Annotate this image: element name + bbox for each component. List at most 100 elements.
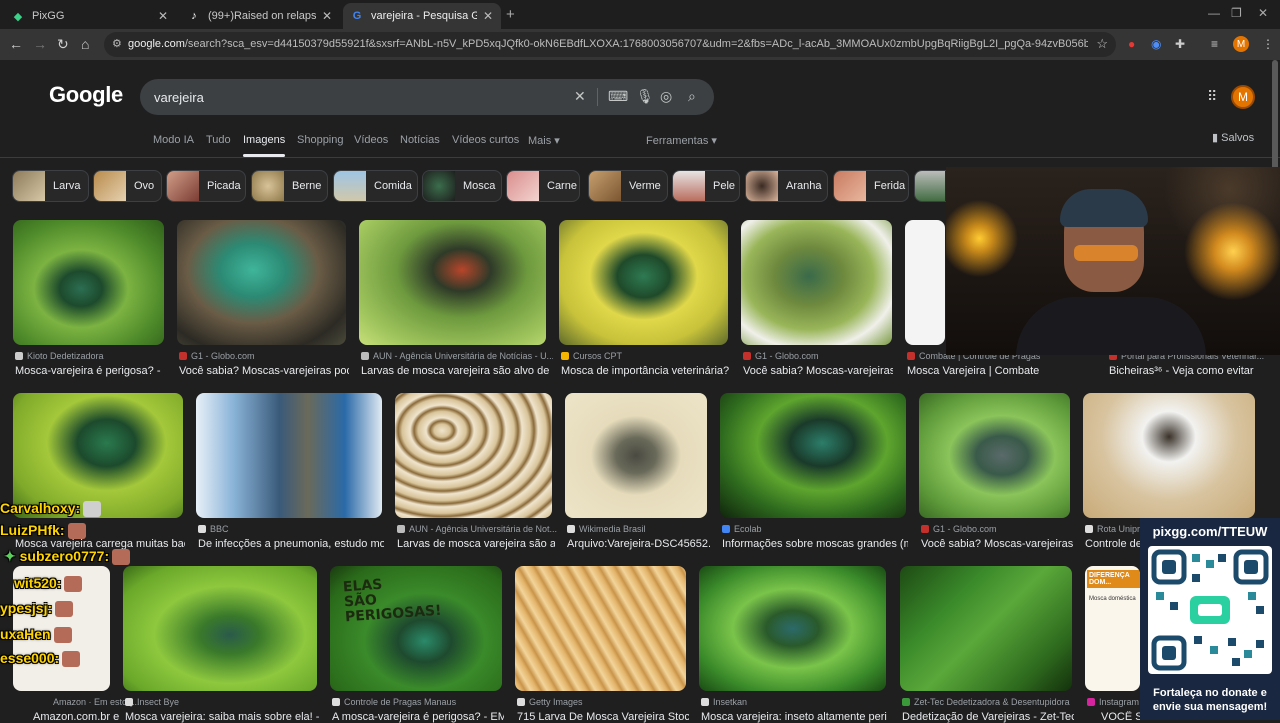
result-image[interactable] — [359, 220, 546, 345]
chip-verme[interactable]: Verme — [588, 170, 668, 202]
close-icon[interactable]: ✕ — [483, 9, 493, 23]
tab-title: (99+)Raised on relapse and rec — [208, 10, 316, 22]
tab-noticias[interactable]: Notícias — [400, 134, 440, 146]
site-info-icon[interactable]: ⚙ — [112, 37, 122, 50]
chip-berne[interactable]: Berne — [251, 170, 328, 202]
result-caption[interactable]: Mosca de importância veterinária? ... — [561, 365, 731, 377]
tab-videos-curtos[interactable]: Vídeos curtos — [452, 134, 519, 146]
result-caption[interactable]: Larvas de mosca varejeira são alvo de ..… — [361, 365, 549, 377]
source-favicon — [397, 525, 405, 533]
result-caption[interactable]: Você sabia? Moscas-varejeiras ... — [743, 365, 893, 377]
tab-pixgg[interactable]: ◆ PixGG ✕ — [4, 3, 176, 29]
window-close-icon[interactable]: ✕ — [1258, 6, 1268, 20]
chip-thumbnail — [915, 171, 945, 201]
chip-pele[interactable]: Pele — [672, 170, 740, 202]
result-image[interactable] — [559, 220, 728, 345]
tab-tiktok[interactable]: ♪ (99+)Raised on relapse and rec ✕ — [180, 3, 340, 29]
chip-comida[interactable]: Comida — [333, 170, 418, 202]
close-icon[interactable]: ✕ — [322, 9, 332, 23]
close-icon[interactable]: ✕ — [158, 9, 168, 23]
result-image[interactable] — [699, 566, 886, 691]
result-caption[interactable]: Controle de l... — [1085, 538, 1140, 550]
result-caption[interactable]: Você sabia? Moscas-varejeiras pod... — [179, 365, 349, 377]
back-icon[interactable]: ← — [9, 36, 23, 52]
tab-modo-ia[interactable]: Modo IA — [153, 134, 194, 146]
home-icon[interactable]: ⌂ — [81, 36, 89, 52]
result-image[interactable] — [565, 393, 707, 518]
result-caption[interactable]: Arquivo:Varejeira-DSC45652.... — [567, 538, 710, 550]
extensions-puzzle-icon[interactable]: ✚ — [1175, 37, 1185, 51]
result-caption[interactable]: Mosca Varejeira | Combate — [907, 365, 1097, 377]
extension-audio-icon[interactable]: ◉ — [1151, 37, 1161, 51]
chip-aranha[interactable]: Aranha — [745, 170, 828, 202]
chip-label: Comida — [374, 180, 412, 192]
lens-icon[interactable]: ◎ — [660, 88, 672, 105]
tab-shopping[interactable]: Shopping — [297, 134, 344, 146]
address-bar[interactable]: ⚙ google.com/search?sca_esv=d44150379d55… — [104, 32, 1116, 57]
clear-icon[interactable]: ✕ — [574, 88, 586, 105]
saved-button[interactable]: ▮ Salvos — [1212, 131, 1254, 144]
result-image[interactable] — [720, 393, 906, 518]
extension-red-icon[interactable]: ● — [1128, 37, 1135, 51]
result-image[interactable] — [13, 220, 164, 345]
bookmark-star-icon[interactable]: ☆ — [1096, 36, 1108, 52]
chip-ferida[interactable]: Ferida — [833, 170, 909, 202]
tab-mais[interactable]: Mais ▾ — [528, 134, 560, 147]
google-logo[interactable]: Google — [49, 82, 123, 108]
chip-picada[interactable]: Picada — [166, 170, 246, 202]
chip-mosca[interactable]: Mosca — [422, 170, 502, 202]
chat-username: esse000: — [0, 650, 60, 666]
result-caption[interactable]: Informações sobre moscas grandes (m... — [722, 538, 908, 550]
result-image[interactable] — [741, 220, 892, 345]
result-caption[interactable]: Mosca-varejeira é perigosa? - ... — [15, 365, 163, 377]
result-caption[interactable]: Bicheiras³⁶ - Veja como evitar — [1109, 365, 1269, 377]
chip-label: Mosca — [463, 180, 496, 192]
result-image[interactable] — [515, 566, 686, 691]
result-caption[interactable]: 715 Larva De Mosca Varejeira Stock ... — [517, 711, 689, 723]
result-caption[interactable]: Você sabia? Moscas-varejeiras ... — [921, 538, 1073, 550]
result-image[interactable] — [900, 566, 1072, 691]
result-image[interactable] — [1083, 393, 1255, 518]
result-caption[interactable]: Larvas de mosca varejeira são a... — [397, 538, 555, 550]
result-caption[interactable]: De infecções a pneumonia, estudo most... — [198, 538, 384, 550]
reload-icon[interactable]: ↻ — [57, 36, 69, 53]
chip-ovo[interactable]: Ovo — [93, 170, 162, 202]
result-caption[interactable]: VOCÊ S... — [1101, 711, 1141, 723]
chip-larva[interactable]: Larva — [12, 170, 89, 202]
maximize-icon[interactable]: ❐ — [1231, 6, 1242, 20]
result-image[interactable] — [196, 393, 382, 518]
scrollbar[interactable] — [1272, 60, 1278, 170]
result-caption[interactable]: Dedetização de Varejeiras - Zet-Tec ... — [902, 711, 1074, 723]
result-source: Wikimedia Brasil — [567, 524, 646, 534]
result-image[interactable]: ELAS SÃO PERIGOSAS! — [330, 566, 502, 691]
result-image[interactable] — [919, 393, 1070, 518]
apps-grid-icon[interactable]: ⠿ — [1207, 88, 1217, 105]
forward-icon[interactable]: → — [33, 36, 47, 52]
tab-imagens[interactable]: Imagens — [243, 134, 286, 157]
chip-label: Carne — [547, 180, 577, 192]
keyboard-icon[interactable]: ⌨ — [608, 88, 628, 105]
result-image[interactable] — [177, 220, 346, 345]
menu-dots-icon[interactable]: ⋮ — [1262, 37, 1274, 51]
search-box[interactable]: varejeira ✕ ⌨ 🎙 ◎ ⌕ — [140, 79, 714, 115]
chip-carne[interactable]: Carne — [506, 170, 580, 202]
result-caption[interactable]: A mosca-varejeira é perigosa? - EM... — [332, 711, 504, 723]
profile-avatar[interactable]: M — [1233, 36, 1249, 52]
microphone-icon[interactable]: 🎙 — [636, 88, 654, 105]
tab-videos[interactable]: Vídeos — [354, 134, 388, 146]
media-control-icon[interactable]: ≡ — [1211, 37, 1218, 51]
tools-button[interactable]: Ferramentas ▾ — [646, 134, 717, 147]
search-input[interactable]: varejeira — [154, 90, 204, 105]
result-image[interactable]: DIFERENÇA DOM... Mosca doméstica — [1085, 566, 1140, 691]
result-image[interactable] — [905, 220, 945, 345]
tab-google-search[interactable]: G varejeira - Pesquisa Google ✕ — [343, 3, 501, 29]
tab-tudo[interactable]: Tudo — [206, 134, 231, 146]
search-icon[interactable]: ⌕ — [688, 88, 696, 105]
result-image[interactable] — [395, 393, 552, 518]
minimize-icon[interactable]: — — [1208, 6, 1220, 20]
tab-title: varejeira - Pesquisa Google — [371, 10, 477, 22]
result-caption[interactable]: Mosca varejeira: inseto altamente perig.… — [701, 711, 887, 723]
new-tab-icon[interactable]: + — [506, 6, 515, 23]
account-avatar[interactable]: M — [1231, 85, 1255, 109]
result-source: Getty Images — [517, 697, 583, 707]
